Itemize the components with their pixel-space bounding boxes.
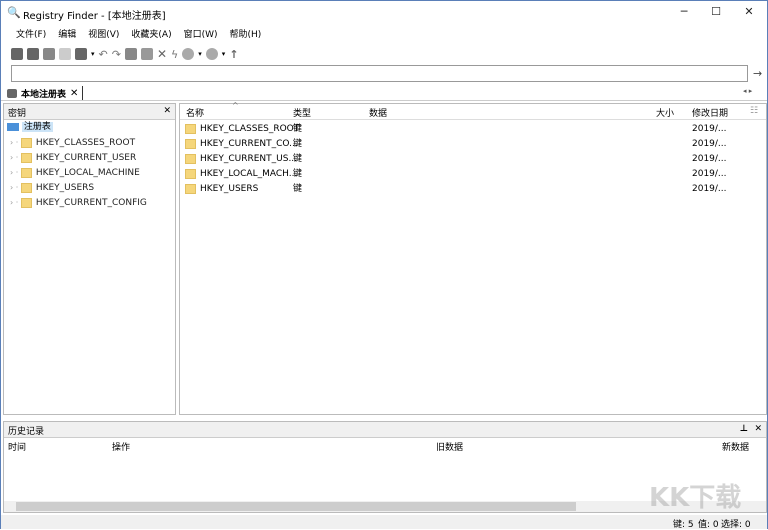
local-registry-icon[interactable]	[11, 48, 23, 60]
pin-icon[interactable]: ⊥	[740, 424, 748, 434]
tree-root[interactable]: 注册表	[4, 120, 175, 135]
replace-icon[interactable]	[59, 48, 71, 60]
column-size[interactable]: 大小	[656, 106, 674, 119]
tree-header-label: 密钥	[8, 109, 27, 119]
computer-icon	[7, 122, 19, 131]
history-close-icon[interactable]: ✕	[754, 424, 762, 434]
folder-icon	[185, 138, 196, 149]
copy-icon[interactable]	[124, 48, 137, 60]
tree-item[interactable]: › · HKEY_CURRENT_CONFIG	[4, 195, 175, 210]
expand-chevron-icon[interactable]: › ·	[10, 198, 21, 207]
history-title: 历史记录	[8, 427, 45, 437]
new-icon[interactable]	[75, 48, 87, 60]
column-data[interactable]: 数据	[369, 106, 387, 119]
up-icon[interactable]: ↑	[229, 48, 238, 61]
column-name[interactable]: 名称	[186, 106, 204, 119]
toolbar: ▾ ↶ ↷ ✕ ϟ ▾ ▾ ↑	[11, 47, 239, 61]
tab-local-registry[interactable]: 本地注册表 ✕	[7, 86, 84, 100]
tab-label: 本地注册表	[21, 89, 67, 100]
tree-item[interactable]: › · HKEY_CURRENT_USER	[4, 150, 175, 165]
sort-ascending-icon: ^	[232, 101, 239, 110]
tree-pane: 密钥 ✕ 注册表 › · HKEY_CLASSES_ROOT › · HKEY_C…	[3, 103, 176, 415]
watermark-logo: KK下载	[649, 483, 742, 513]
folder-icon	[20, 182, 32, 193]
menu-edit[interactable]: 编辑	[58, 27, 76, 40]
tree-item[interactable]: › · HKEY_LOCAL_MACHINE	[4, 165, 175, 180]
list-row[interactable]: HKEY_CURRENT_CO... 键 2019/...	[180, 137, 766, 152]
delete-icon[interactable]: ✕	[157, 47, 167, 61]
status-keys: 键: 5	[673, 520, 694, 530]
history-col-old[interactable]: 旧数据	[436, 440, 463, 453]
go-arrow-icon[interactable]: →	[753, 67, 762, 80]
menu-bar: 文件(F) 编辑 视图(V) 收藏夹(A) 窗口(W) 帮助(H)	[1, 27, 261, 43]
expand-chevron-icon[interactable]: › ·	[10, 183, 21, 192]
list-row[interactable]: HKEY_USERS 键 2019/...	[180, 182, 766, 197]
list-row[interactable]: HKEY_CLASSES_ROOT 键 2019/...	[180, 122, 766, 137]
expand-chevron-icon[interactable]: › ·	[10, 138, 21, 147]
title-bar: 🔍 Registry Finder - [本地注册表] ─ ☐ ✕	[1, 1, 767, 25]
menu-window[interactable]: 窗口(W)	[184, 27, 218, 40]
list-header: 名称 ^ 类型 数据 大小 修改日期 ☷	[180, 101, 766, 120]
status-values: 值: 0	[698, 520, 719, 530]
list-row[interactable]: HKEY_LOCAL_MACH... 键 2019/...	[180, 167, 766, 182]
paste-icon[interactable]	[140, 48, 153, 60]
folder-icon	[185, 153, 196, 164]
tree-item[interactable]: › · HKEY_CLASSES_ROOT	[4, 135, 175, 150]
status-selected: 选择: 0	[721, 520, 751, 530]
tree-close-icon[interactable]: ✕	[163, 106, 171, 116]
forward-icon[interactable]	[205, 48, 218, 60]
undo-icon[interactable]: ↶	[99, 48, 108, 61]
find-icon[interactable]	[43, 48, 55, 60]
close-button[interactable]: ✕	[734, 5, 764, 21]
remote-registry-icon[interactable]	[27, 48, 39, 60]
column-type[interactable]: 类型	[293, 106, 311, 119]
registry-icon	[7, 88, 17, 98]
tree-item[interactable]: › · HKEY_USERS	[4, 180, 175, 195]
app-search-icon: 🔍	[7, 6, 21, 19]
menu-favorites[interactable]: 收藏夹(A)	[131, 27, 171, 40]
back-dropdown-icon[interactable]: ▾	[198, 50, 202, 58]
history-col-time[interactable]: 时间	[8, 440, 26, 453]
history-col-action[interactable]: 操作	[112, 440, 130, 453]
tab-bar: 本地注册表 ✕ ◂ ▸	[1, 85, 767, 101]
forward-dropdown-icon[interactable]: ▾	[222, 50, 226, 58]
history-columns: 时间 操作 旧数据 新数据	[4, 438, 766, 454]
redo-icon[interactable]: ↷	[112, 48, 121, 61]
folder-icon	[185, 123, 196, 134]
history-col-new[interactable]: 新数据	[722, 440, 749, 453]
back-icon[interactable]	[182, 48, 195, 60]
dropdown-icon[interactable]: ▾	[91, 50, 95, 58]
address-input[interactable]	[11, 65, 748, 82]
tab-scroll-icon[interactable]: ◂ ▸	[743, 87, 752, 95]
column-modified[interactable]: 修改日期	[692, 106, 728, 119]
column-chooser-icon[interactable]: ☷	[750, 106, 758, 116]
history-header: 历史记录 ⊥ ✕	[4, 422, 766, 438]
menu-view[interactable]: 视图(V)	[88, 27, 119, 40]
folder-icon	[20, 197, 32, 208]
folder-icon	[185, 183, 196, 194]
status-bar: 键: 5 值: 0 选择: 0	[1, 515, 767, 530]
expand-chevron-icon[interactable]: › ·	[10, 168, 21, 177]
tree-header: 密钥 ✕	[4, 104, 175, 120]
folder-icon	[20, 167, 32, 178]
window-title: Registry Finder - [本地注册表]	[23, 11, 166, 22]
menu-help[interactable]: 帮助(H)	[230, 27, 262, 40]
expand-chevron-icon[interactable]: › ·	[10, 153, 21, 162]
menu-file[interactable]: 文件(F)	[16, 27, 46, 40]
tab-close-icon[interactable]: ✕	[70, 88, 78, 99]
maximize-button[interactable]: ☐	[701, 5, 731, 21]
folder-icon	[185, 168, 196, 179]
list-pane: 名称 ^ 类型 数据 大小 修改日期 ☷ HKEY_CLASSES_ROOT 键 2…	[179, 101, 767, 415]
scrollbar-thumb[interactable]	[16, 502, 576, 511]
refresh-icon[interactable]: ϟ	[171, 48, 178, 61]
list-row[interactable]: HKEY_CURRENT_US... 键 2019/...	[180, 152, 766, 167]
folder-icon	[20, 137, 32, 148]
folder-icon	[20, 152, 32, 163]
minimize-button[interactable]: ─	[669, 5, 699, 21]
